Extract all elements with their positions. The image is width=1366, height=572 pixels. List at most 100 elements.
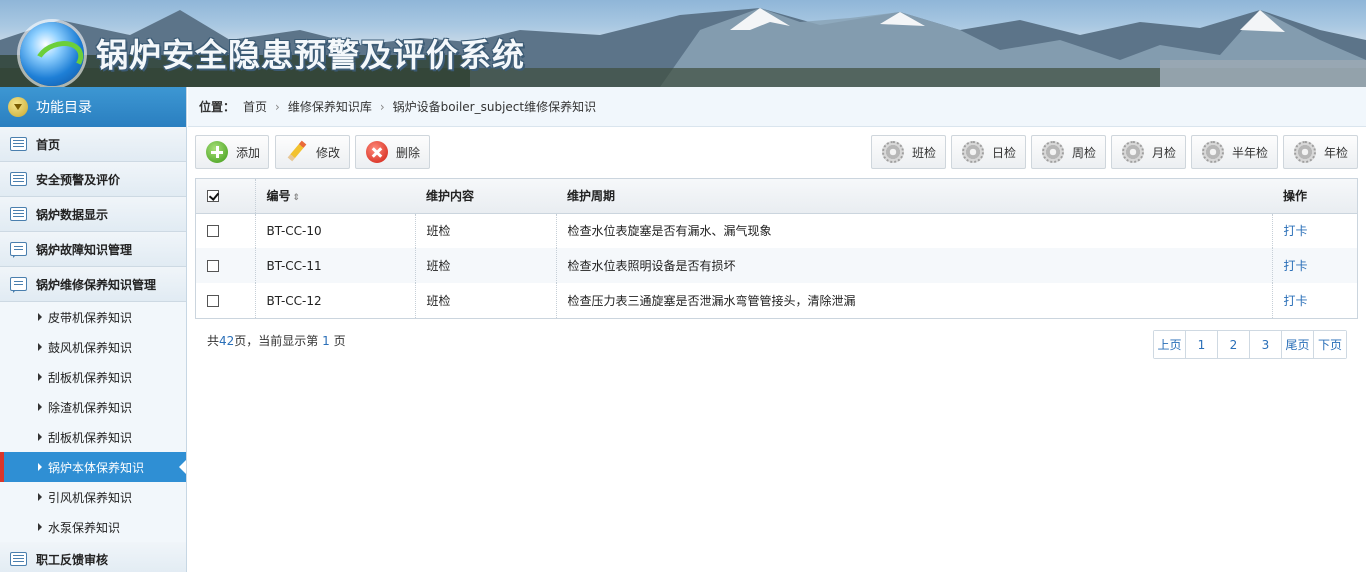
sidebar-subitem-scraper-2[interactable]: 刮板机保养知识 xyxy=(0,422,186,452)
sort-icon[interactable]: ⇕ xyxy=(293,193,301,203)
action-cell: 打卡 xyxy=(1271,213,1357,248)
triangle-right-icon xyxy=(38,463,42,471)
prev-page-button[interactable]: 上页 xyxy=(1154,331,1186,358)
sidebar-subitem-scraper[interactable]: 刮板机保养知识 xyxy=(0,362,186,392)
clock-in-link[interactable]: 打卡 xyxy=(1284,294,1308,308)
list-icon xyxy=(10,137,27,151)
pencil-icon xyxy=(286,141,308,163)
column-header-action: 操作 xyxy=(1272,179,1357,214)
chat-icon xyxy=(10,277,27,293)
chat-icon xyxy=(10,242,27,258)
sidebar-subitem-label: 引风机保养知识 xyxy=(48,490,133,505)
column-header-label: 维护内容 xyxy=(426,189,475,204)
clock-in-link[interactable]: 打卡 xyxy=(1284,224,1308,238)
filter-daily-check-button[interactable]: 日检 xyxy=(951,135,1026,169)
page-1-button[interactable]: 1 xyxy=(1186,331,1218,358)
edit-button-label: 修改 xyxy=(316,145,341,160)
content-cell: 班检 xyxy=(415,283,557,318)
sidebar-subitem-blower[interactable]: 鼓风机保养知识 xyxy=(0,332,186,362)
sidebar-subitem-label: 锅炉本体保养知识 xyxy=(48,460,145,475)
breadcrumb-knowledge-base[interactable]: 维修保养知识库 xyxy=(288,98,372,115)
list-icon xyxy=(10,207,27,221)
toolbar: 添加 修改 删除 班检 日检 周检 月检 半年检 年检 xyxy=(188,134,1366,170)
summary-prefix: 共 xyxy=(207,334,220,348)
column-header-id[interactable]: 编号 ⇕ xyxy=(255,179,415,214)
row-checkbox[interactable] xyxy=(207,225,219,238)
breadcrumb-home[interactable]: 首页 xyxy=(243,98,267,115)
sidebar-heading-label: 功能目录 xyxy=(36,100,92,116)
gear-icon xyxy=(1294,141,1316,163)
filter-shift-check-button[interactable]: 班检 xyxy=(871,135,946,169)
cycle-cell: 检查水位表旋塞是否有漏水、漏气现象 xyxy=(567,224,772,239)
app-logo xyxy=(20,22,84,86)
triangle-right-icon xyxy=(38,343,42,351)
row-select-cell xyxy=(196,213,256,248)
sidebar-item-feedback-review[interactable]: 职工反馈审核 xyxy=(0,542,186,572)
sidebar-subitem-label: 刮板机保养知识 xyxy=(48,430,133,445)
sidebar-item-maintenance-knowledge[interactable]: 锅炉维修保养知识管理 xyxy=(0,267,186,302)
sidebar-subitem-boiler-body[interactable]: 锅炉本体保养知识 xyxy=(0,452,186,482)
table-header-row: 编号 ⇕ 维护内容 维护周期 操作 xyxy=(196,179,1357,214)
column-header-label: 维护周期 xyxy=(567,189,616,204)
sidebar-item-home[interactable]: 首页 xyxy=(0,127,186,162)
sidebar-subitem-label: 水泵保养知识 xyxy=(48,520,121,535)
content-cell: 班检 xyxy=(415,213,557,248)
current-page: 1 xyxy=(322,334,330,348)
main-content: 位置： 首页 › 维修保养知识库 › 锅炉设备boiler_subject维修保… xyxy=(188,87,1366,572)
filter-monthly-check-button[interactable]: 月检 xyxy=(1111,135,1186,169)
id-cell: BT-CC-11 xyxy=(255,248,416,283)
sidebar-item-label: 首页 xyxy=(36,137,61,152)
row-checkbox[interactable] xyxy=(207,260,219,272)
edit-button[interactable]: 修改 xyxy=(275,135,350,169)
filter-label: 日检 xyxy=(992,145,1017,160)
select-all-cell xyxy=(196,179,256,214)
page-2-button[interactable]: 2 xyxy=(1218,331,1250,358)
column-header-cycle: 维护周期 xyxy=(556,179,1272,214)
sidebar-subitem-induced-fan[interactable]: 引风机保养知识 xyxy=(0,482,186,512)
app-header: 锅炉安全隐患预警及评价系统 xyxy=(0,0,1366,87)
breadcrumb: 位置： 首页 › 维修保养知识库 › 锅炉设备boiler_subject维修保… xyxy=(188,87,1366,127)
sidebar-subitem-pump[interactable]: 水泵保养知识 xyxy=(0,512,186,542)
chevron-right-icon: › xyxy=(275,99,280,114)
sidebar-subitem-label: 刮板机保养知识 xyxy=(48,370,133,385)
sidebar-subitem-slag-remover[interactable]: 除渣机保养知识 xyxy=(0,392,186,422)
total-pages: 42 xyxy=(219,334,235,348)
sidebar-heading[interactable]: 功能目录 xyxy=(0,87,186,127)
data-table: 编号 ⇕ 维护内容 维护周期 操作 BT-CC-10 班检 检查水位表旋塞是否有… xyxy=(195,178,1358,319)
sidebar-subitem-belt[interactable]: 皮带机保养知识 xyxy=(0,302,186,332)
sidebar-item-safety-warning[interactable]: 安全预警及评价 xyxy=(0,162,186,197)
add-button-label: 添加 xyxy=(236,145,261,160)
page-3-button[interactable]: 3 xyxy=(1250,331,1282,358)
sidebar-item-label: 安全预警及评价 xyxy=(36,172,121,187)
id-cell: BT-CC-10 xyxy=(255,213,416,248)
filter-label: 月检 xyxy=(1152,145,1177,160)
chevron-right-icon: › xyxy=(379,99,385,114)
filter-half-year-check-button[interactable]: 半年检 xyxy=(1191,135,1278,169)
chevron-down-icon xyxy=(8,97,28,117)
clock-in-link[interactable]: 打卡 xyxy=(1284,259,1308,273)
action-cell: 打卡 xyxy=(1271,283,1357,318)
select-all-checkbox[interactable] xyxy=(207,190,219,203)
gear-icon xyxy=(1042,141,1064,163)
triangle-right-icon xyxy=(38,313,42,321)
delete-button[interactable]: 删除 xyxy=(355,135,430,169)
delete-button-label: 删除 xyxy=(396,145,421,160)
list-icon xyxy=(10,552,27,566)
row-checkbox[interactable] xyxy=(207,295,219,307)
cycle-cell: 检查压力表三通旋塞是否泄漏水弯管管接头，清除泄漏 xyxy=(567,294,856,308)
sidebar-item-fault-knowledge[interactable]: 锅炉故障知识管理 xyxy=(0,232,186,267)
triangle-right-icon xyxy=(38,523,42,531)
filter-label: 周检 xyxy=(1072,145,1097,160)
cycle-cell: 检查水位表照明设备是否有损坏 xyxy=(556,248,1272,283)
add-button[interactable]: 添加 xyxy=(195,135,269,169)
gear-icon xyxy=(1202,141,1224,163)
pagination-summary: 共42页，当前显示第 1 页 xyxy=(207,332,346,349)
list-icon xyxy=(10,172,27,186)
filter-weekly-check-button[interactable]: 周检 xyxy=(1031,135,1106,169)
gear-icon xyxy=(1122,141,1144,163)
sidebar-item-boiler-data[interactable]: 锅炉数据显示 xyxy=(0,197,186,232)
last-page-button[interactable]: 尾页 xyxy=(1282,331,1314,358)
filter-yearly-check-button[interactable]: 年检 xyxy=(1283,135,1358,169)
id-cell: BT-CC-12 xyxy=(255,283,416,318)
next-page-button[interactable]: 下页 xyxy=(1314,331,1346,358)
